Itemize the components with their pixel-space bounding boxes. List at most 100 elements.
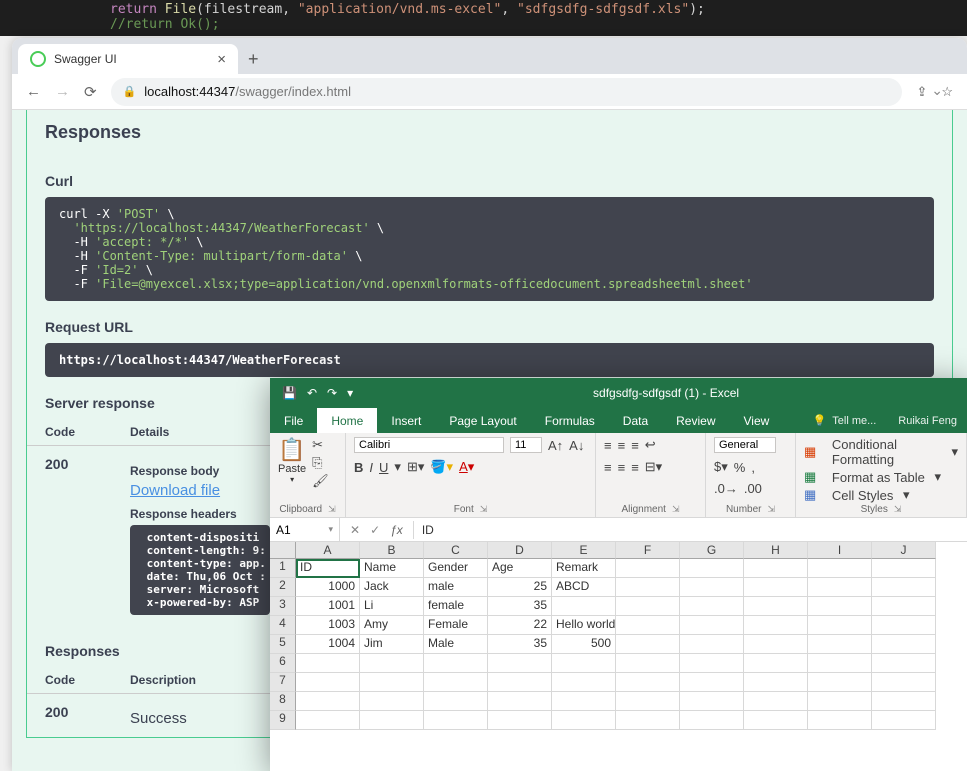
- cell[interactable]: [744, 578, 808, 597]
- font-name-select[interactable]: [354, 437, 504, 453]
- cell[interactable]: female: [424, 597, 488, 616]
- column-header[interactable]: J: [872, 542, 936, 559]
- decrease-decimal-icon[interactable]: .00: [744, 481, 762, 496]
- cell[interactable]: [808, 635, 872, 654]
- cell[interactable]: Female: [424, 616, 488, 635]
- cell[interactable]: [616, 578, 680, 597]
- format-painter-icon[interactable]: 🖌: [312, 473, 329, 489]
- response-headers-block[interactable]: content-dispositi content-length: 9: con…: [130, 525, 270, 615]
- format-as-table-button[interactable]: ▦ Format as Table ▾: [804, 469, 941, 485]
- cell[interactable]: [552, 654, 616, 673]
- cell[interactable]: [360, 711, 424, 730]
- column-header[interactable]: H: [744, 542, 808, 559]
- cell[interactable]: [872, 578, 936, 597]
- name-box[interactable]: A1▾: [270, 518, 340, 541]
- column-header[interactable]: G: [680, 542, 744, 559]
- cell[interactable]: 22: [488, 616, 552, 635]
- cell[interactable]: [360, 673, 424, 692]
- align-mid-icon[interactable]: ≡: [618, 438, 626, 453]
- cell[interactable]: 25: [488, 578, 552, 597]
- cell[interactable]: [872, 654, 936, 673]
- align-top-icon[interactable]: ≡: [604, 438, 612, 453]
- column-header[interactable]: C: [424, 542, 488, 559]
- request-url-block[interactable]: https://localhost:44347/WeatherForecast: [45, 343, 934, 377]
- cell[interactable]: [616, 559, 680, 578]
- cell[interactable]: 1000: [296, 578, 360, 597]
- cell[interactable]: [872, 559, 936, 578]
- increase-font-icon[interactable]: A↑: [548, 438, 563, 453]
- ribbon-tab-formulas[interactable]: Formulas: [531, 408, 609, 433]
- ribbon-tab-file[interactable]: File: [270, 408, 317, 433]
- cell[interactable]: [424, 711, 488, 730]
- cell[interactable]: [488, 654, 552, 673]
- column-header[interactable]: A: [296, 542, 360, 559]
- browser-tab[interactable]: Swagger UI ×: [18, 44, 238, 74]
- cell[interactable]: [680, 597, 744, 616]
- cell[interactable]: [808, 692, 872, 711]
- cell[interactable]: Amy: [360, 616, 424, 635]
- cell[interactable]: [808, 654, 872, 673]
- cell[interactable]: 1004: [296, 635, 360, 654]
- curl-block[interactable]: curl -X 'POST' \ 'https://localhost:4434…: [45, 197, 934, 301]
- cell[interactable]: [872, 692, 936, 711]
- row-header[interactable]: 6: [270, 654, 296, 673]
- forward-button[interactable]: →: [55, 83, 70, 100]
- column-header[interactable]: B: [360, 542, 424, 559]
- back-button[interactable]: ←: [26, 83, 41, 100]
- decrease-font-icon[interactable]: A↓: [569, 438, 584, 453]
- cell[interactable]: Gender: [424, 559, 488, 578]
- cell-styles-button[interactable]: ▦ Cell Styles ▾: [804, 487, 909, 503]
- column-header[interactable]: F: [616, 542, 680, 559]
- underline-button[interactable]: U: [379, 460, 388, 475]
- cell[interactable]: [488, 673, 552, 692]
- qat-customize-icon[interactable]: ▾: [347, 386, 353, 400]
- cancel-formula-icon[interactable]: ✕: [350, 523, 360, 537]
- italic-button[interactable]: I: [369, 460, 373, 475]
- formula-input[interactable]: ID: [413, 521, 957, 539]
- cell[interactable]: [680, 692, 744, 711]
- align-center-icon[interactable]: ≡: [618, 460, 626, 475]
- cell[interactable]: Name: [360, 559, 424, 578]
- bold-button[interactable]: B: [354, 460, 363, 475]
- cell[interactable]: 1003: [296, 616, 360, 635]
- cell[interactable]: [488, 711, 552, 730]
- column-header[interactable]: E: [552, 542, 616, 559]
- copy-icon[interactable]: ⎘: [312, 455, 329, 471]
- save-icon[interactable]: 💾: [282, 386, 297, 400]
- cell[interactable]: [744, 635, 808, 654]
- cell[interactable]: Male: [424, 635, 488, 654]
- cell[interactable]: Age: [488, 559, 552, 578]
- cell[interactable]: [744, 673, 808, 692]
- cell[interactable]: [744, 692, 808, 711]
- spreadsheet-grid[interactable]: ABCDEFGHIJ1IDNameGenderAgeRemark21000Jac…: [270, 542, 967, 730]
- cell[interactable]: [296, 711, 360, 730]
- font-size-select[interactable]: [510, 437, 542, 453]
- cell[interactable]: [872, 597, 936, 616]
- ribbon-tab-insert[interactable]: Insert: [377, 408, 435, 433]
- ribbon-tab-home[interactable]: Home: [317, 408, 377, 433]
- ribbon-tab-review[interactable]: Review: [662, 408, 729, 433]
- cell[interactable]: [360, 654, 424, 673]
- cell[interactable]: [552, 711, 616, 730]
- border-button[interactable]: ⊞▾: [407, 459, 424, 475]
- cell[interactable]: [616, 616, 680, 635]
- cell[interactable]: [680, 654, 744, 673]
- row-header[interactable]: 8: [270, 692, 296, 711]
- chevron-down-icon[interactable]: ⌄: [931, 82, 943, 99]
- cell[interactable]: [680, 673, 744, 692]
- user-name[interactable]: Ruikai Feng: [898, 415, 957, 427]
- close-icon[interactable]: ×: [217, 51, 226, 68]
- cell[interactable]: [744, 597, 808, 616]
- increase-decimal-icon[interactable]: .0→: [714, 481, 738, 496]
- row-header[interactable]: 9: [270, 711, 296, 730]
- cell[interactable]: [872, 711, 936, 730]
- cell[interactable]: [616, 654, 680, 673]
- cell[interactable]: [744, 711, 808, 730]
- cell[interactable]: [744, 654, 808, 673]
- cell[interactable]: ID: [296, 559, 360, 578]
- select-all-corner[interactable]: [270, 542, 296, 559]
- tell-me-input[interactable]: Tell me...: [832, 415, 876, 427]
- cell[interactable]: [680, 711, 744, 730]
- undo-icon[interactable]: ↶: [307, 386, 317, 400]
- align-right-icon[interactable]: ≡: [631, 460, 639, 475]
